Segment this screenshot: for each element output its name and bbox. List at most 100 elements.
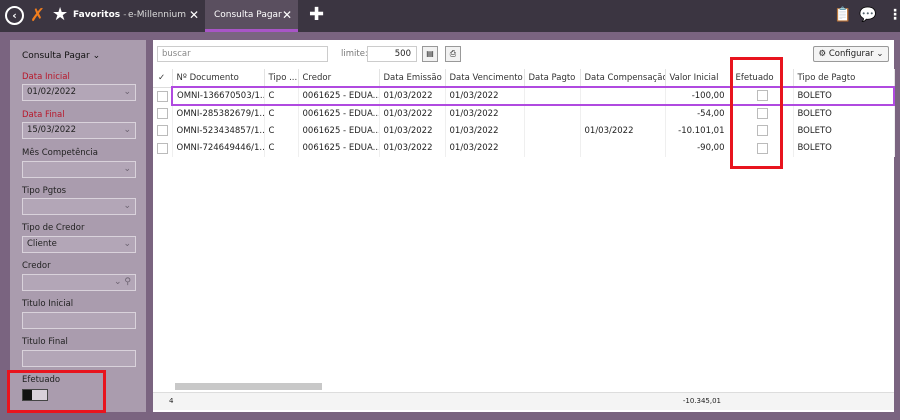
chevron-down-icon: ⌄ [123,125,131,135]
clipboard-icon[interactable]: 📋 [834,6,851,24]
table-cell [580,139,666,157]
print-icon[interactable]: ⎙ [445,46,461,62]
select-all-checkbox[interactable]: ✓ [153,69,173,88]
row-checkbox[interactable] [153,122,173,140]
table-cell: 01/03/2022 [379,104,446,122]
back-icon[interactable]: ‹ [5,6,24,25]
horizontal-scrollbar[interactable] [175,383,322,390]
table-cell: OMNI-724649446/1... [172,139,265,157]
table-cell: OMNI-285382679/1... [172,104,265,122]
data-inicial-field[interactable]: 01/02/2022 ⌄ [22,84,136,101]
table-cell: -54,00 [665,104,732,122]
tipo-pgtos-label: Tipo Pgtos [22,186,67,196]
col-header[interactable]: Valor Inicial [665,69,732,88]
table-cell: BOLETO [793,139,895,157]
table-cell: C [264,86,299,106]
table-cell: 01/03/2022 [580,122,666,140]
chevron-down-icon: ⌄ [123,164,131,174]
credor-select[interactable]: ⌄ ⚲ [22,274,136,291]
tab-consulta-pagar[interactable]: Consulta Pagar ✕ [205,0,298,32]
valor-total: -10.345,01 [682,397,721,405]
col-header[interactable]: Data Compensação [580,69,666,88]
tipo-pgtos-select[interactable]: ⌄ [22,198,136,215]
table-cell: 0061625 - EDUA... [298,86,380,106]
more-vertical-icon[interactable]: ⋮ [888,6,900,24]
table-cell: BOLETO [793,122,895,140]
table-cell: 01/03/2022 [445,104,525,122]
col-header[interactable]: Data Vencimento [445,69,525,88]
table-cell: C [264,104,299,122]
titulo-final-input[interactable] [22,350,136,367]
chevron-down-icon: ⌄ [123,201,131,211]
star-icon[interactable]: ★ [52,4,68,26]
table-cell: 01/03/2022 [445,139,525,157]
table-cell: BOLETO [793,104,895,122]
titulo-inicial-input[interactable] [22,312,136,329]
row-checkbox[interactable] [153,87,173,105]
chevron-down-icon: ⌄ [123,239,131,249]
row-count: 4 [169,397,174,405]
highlight-box-efetuado-column [730,57,783,169]
configurar-button[interactable]: ⚙ Configurar ⌄ [813,46,889,62]
tipo-credor-select[interactable]: Cliente ⌄ [22,236,136,253]
table-cell: 01/03/2022 [379,86,446,106]
col-header[interactable]: Data Emissão [379,69,446,88]
titulo-final-label: Titulo Final [22,337,68,347]
table-cell: C [264,122,299,140]
mes-competencia-select[interactable]: ⌄ [22,161,136,178]
table-cell: 01/03/2022 [445,122,525,140]
col-header[interactable]: Data Pagto [524,69,581,88]
table-cell [524,139,581,157]
table-cell: OMNI-136670503/1... [171,86,265,106]
search-input[interactable]: buscar [157,46,328,62]
app-logo-icon: ✗ [30,5,46,26]
tab-e-millennium[interactable]: e-Millennium [128,0,186,32]
limite-input[interactable]: 500 [367,46,417,62]
col-header[interactable]: Credor [298,69,380,88]
table-cell: C [264,139,299,157]
credor-label: Credor [22,261,51,271]
table-cell: 0061625 - EDUA... [298,122,380,140]
chevron-down-icon: ⌄ [123,87,131,97]
highlight-box-efetuado-filter [7,370,106,413]
col-header[interactable]: Tipo de Pagto [793,69,895,88]
data-final-label: Data Final [22,110,65,120]
tab-label: Consulta Pagar [214,10,282,20]
table-cell: OMNI-523434857/1... [172,122,265,140]
table-cell [580,86,666,106]
table-cell: -90,00 [665,139,732,157]
search-icon[interactable]: ⌄ ⚲ [114,275,131,290]
sidebar-title[interactable]: Consulta Pagar ⌄ [22,51,100,61]
row-checkbox[interactable] [153,139,173,157]
titulo-inicial-label: Titulo Inicial [22,299,74,309]
table-cell: 01/03/2022 [379,139,446,157]
results-table: ✓ Nº Documento Tipo ... Credor Data Emis… [153,69,895,157]
add-tab-icon[interactable]: ✚ [309,4,324,26]
table-cell: -10.101,01 [665,122,732,140]
data-final-field[interactable]: 15/03/2022 ⌄ [22,122,136,139]
table-cell [580,104,666,122]
filter-sidebar: Consulta Pagar ⌄ Data Inicial 01/02/2022… [10,40,157,412]
table-cell [524,86,581,106]
row-checkbox[interactable] [153,104,173,122]
table-cell [524,122,581,140]
table-cell [524,104,581,122]
table-cell: 01/03/2022 [379,122,446,140]
tab-favoritos[interactable]: Favoritos - [73,0,127,32]
table-cell: 01/03/2022 [445,86,525,106]
limite-label: limite: [341,49,368,59]
gear-icon: ⚙ [818,49,827,59]
chevron-down-icon: ⌄ [92,51,101,61]
col-header[interactable]: Tipo ... [264,69,299,88]
col-header[interactable]: Nº Documento [172,69,265,88]
table-cell: BOLETO [793,86,895,106]
top-bar: ‹ ✗ ★ Favoritos - e-Millennium ✕ Consult… [0,0,900,32]
mes-competencia-label: Mês Competência [22,148,98,158]
data-inicial-label: Data Inicial [22,72,70,82]
chat-icon[interactable]: 💬 [859,6,876,24]
close-tab-icon[interactable]: ✕ [189,0,199,30]
export-excel-icon[interactable]: ▤ [422,46,438,62]
table-cell: 0061625 - EDUA... [298,104,380,122]
chevron-down-icon: ⌄ [876,49,884,59]
close-tab-icon[interactable]: ✕ [282,0,292,30]
